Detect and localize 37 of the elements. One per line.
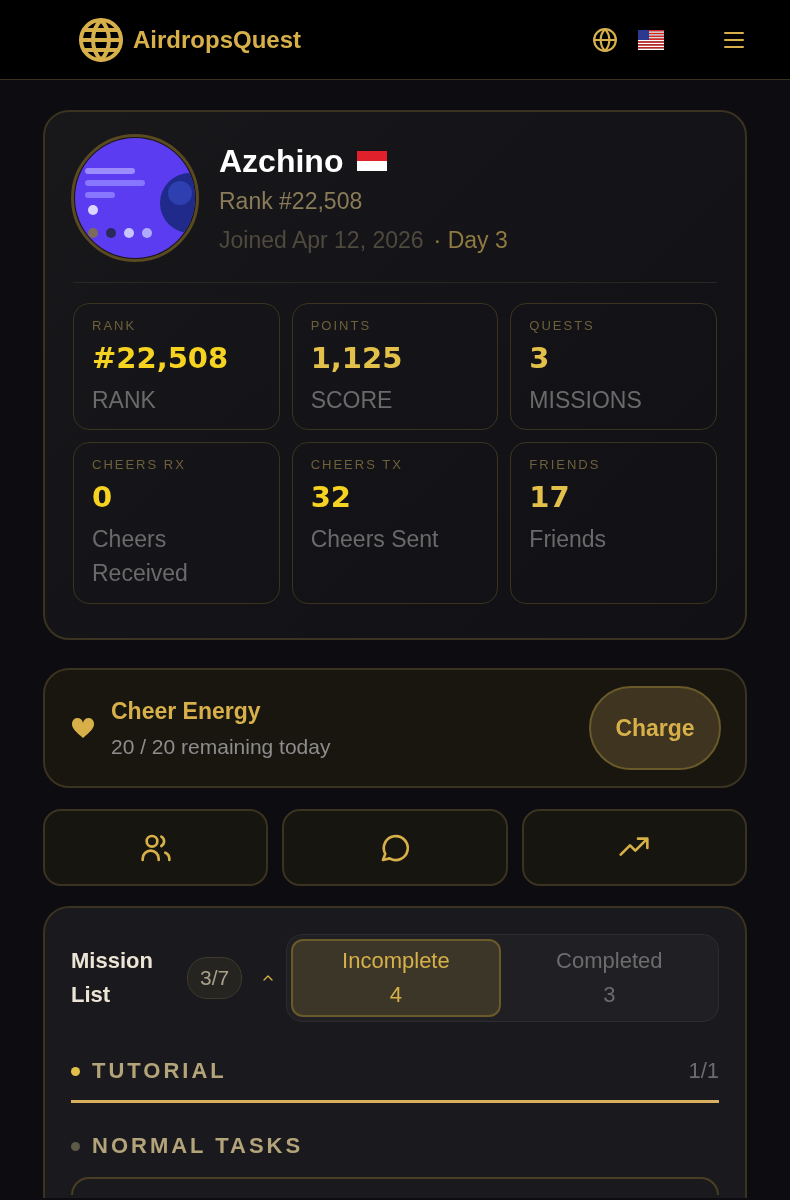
filter-tab[interactable]: Completed 3: [504, 939, 714, 1017]
filter-tab[interactable]: Incomplete 4: [291, 939, 501, 1017]
stat-caption: Cheers Received: [92, 525, 189, 588]
section-title: TUTORIAL: [92, 1058, 228, 1084]
heart-icon: [71, 717, 95, 739]
user-name: Azchino: [219, 142, 344, 180]
energy-title: Cheer Energy: [111, 697, 262, 725]
stat-caption: SCORE: [310, 386, 394, 415]
stat-label: POINTS: [310, 318, 373, 333]
stat-label: QUESTS: [529, 318, 596, 333]
section-title: NORMAL TASKS: [92, 1133, 305, 1159]
stat-caption: RANK: [92, 386, 157, 415]
stat-label: RANK: [92, 318, 138, 333]
mission-title: Mission List: [71, 947, 154, 1009]
globe-logo-icon: [77, 15, 125, 64]
stat-caption: Cheers Sent: [310, 525, 440, 554]
brand-name: AirdropsQuest: [133, 25, 302, 54]
charge-button[interactable]: Charge: [589, 686, 721, 770]
flag-icon[interactable]: [638, 29, 664, 50]
stat-value: 3: [529, 341, 551, 375]
flag-icon: [357, 151, 388, 171]
stat-value: 1,125: [310, 341, 404, 375]
joined-date: Joined Apr 12, 2026: [219, 226, 424, 254]
stat-caption: Friends: [529, 525, 608, 554]
stat-caption: MISSIONS: [529, 386, 643, 415]
rank-text: Rank #22,508: [219, 187, 364, 215]
language-icon[interactable]: [592, 26, 618, 53]
stat-value: 17: [529, 480, 571, 514]
stat-label: CHEERS RX: [92, 457, 187, 472]
stat-value: 32: [310, 480, 352, 514]
stat-label: FRIENDS: [529, 457, 602, 472]
mission-count: 3/7: [187, 957, 243, 999]
stat-value: #22,508: [92, 341, 230, 375]
stat-value: 0: [92, 480, 114, 514]
stat-label: CHEERS TX: [310, 457, 404, 472]
day-count: · Day 3: [433, 226, 508, 254]
energy-remaining: 20 / 20 remaining today: [111, 734, 332, 759]
